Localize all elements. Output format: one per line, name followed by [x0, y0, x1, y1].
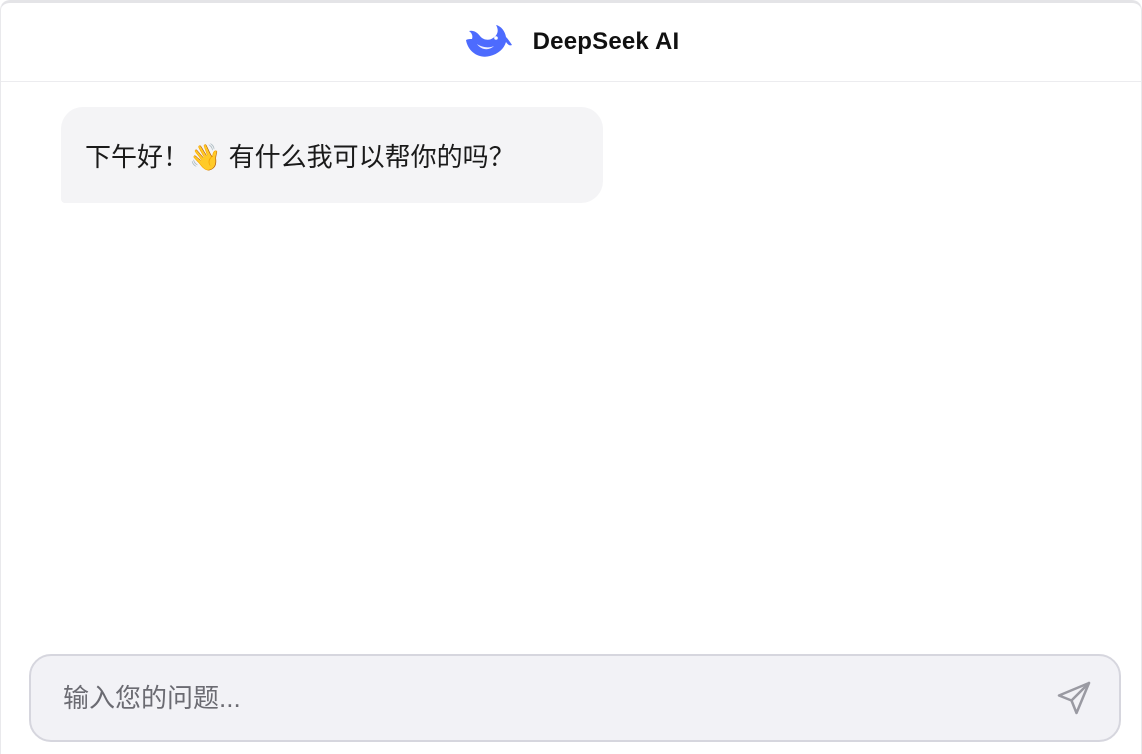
message-input[interactable] — [63, 656, 1051, 740]
chat-window: DeepSeek AI 下午好！👋 有什么我可以帮你的吗？ — [0, 0, 1142, 754]
message-list: 下午好！👋 有什么我可以帮你的吗？ — [1, 83, 1141, 643]
send-icon[interactable] — [1051, 675, 1097, 721]
assistant-message-text: 下午好！👋 有什么我可以帮你的吗？ — [85, 141, 515, 172]
whale-logo-icon — [463, 22, 513, 62]
assistant-message-bubble: 下午好！👋 有什么我可以帮你的吗？ — [61, 107, 603, 203]
app-title: DeepSeek AI — [532, 28, 680, 55]
message-composer — [29, 654, 1121, 742]
chat-header: DeepSeek AI — [1, 3, 1141, 82]
